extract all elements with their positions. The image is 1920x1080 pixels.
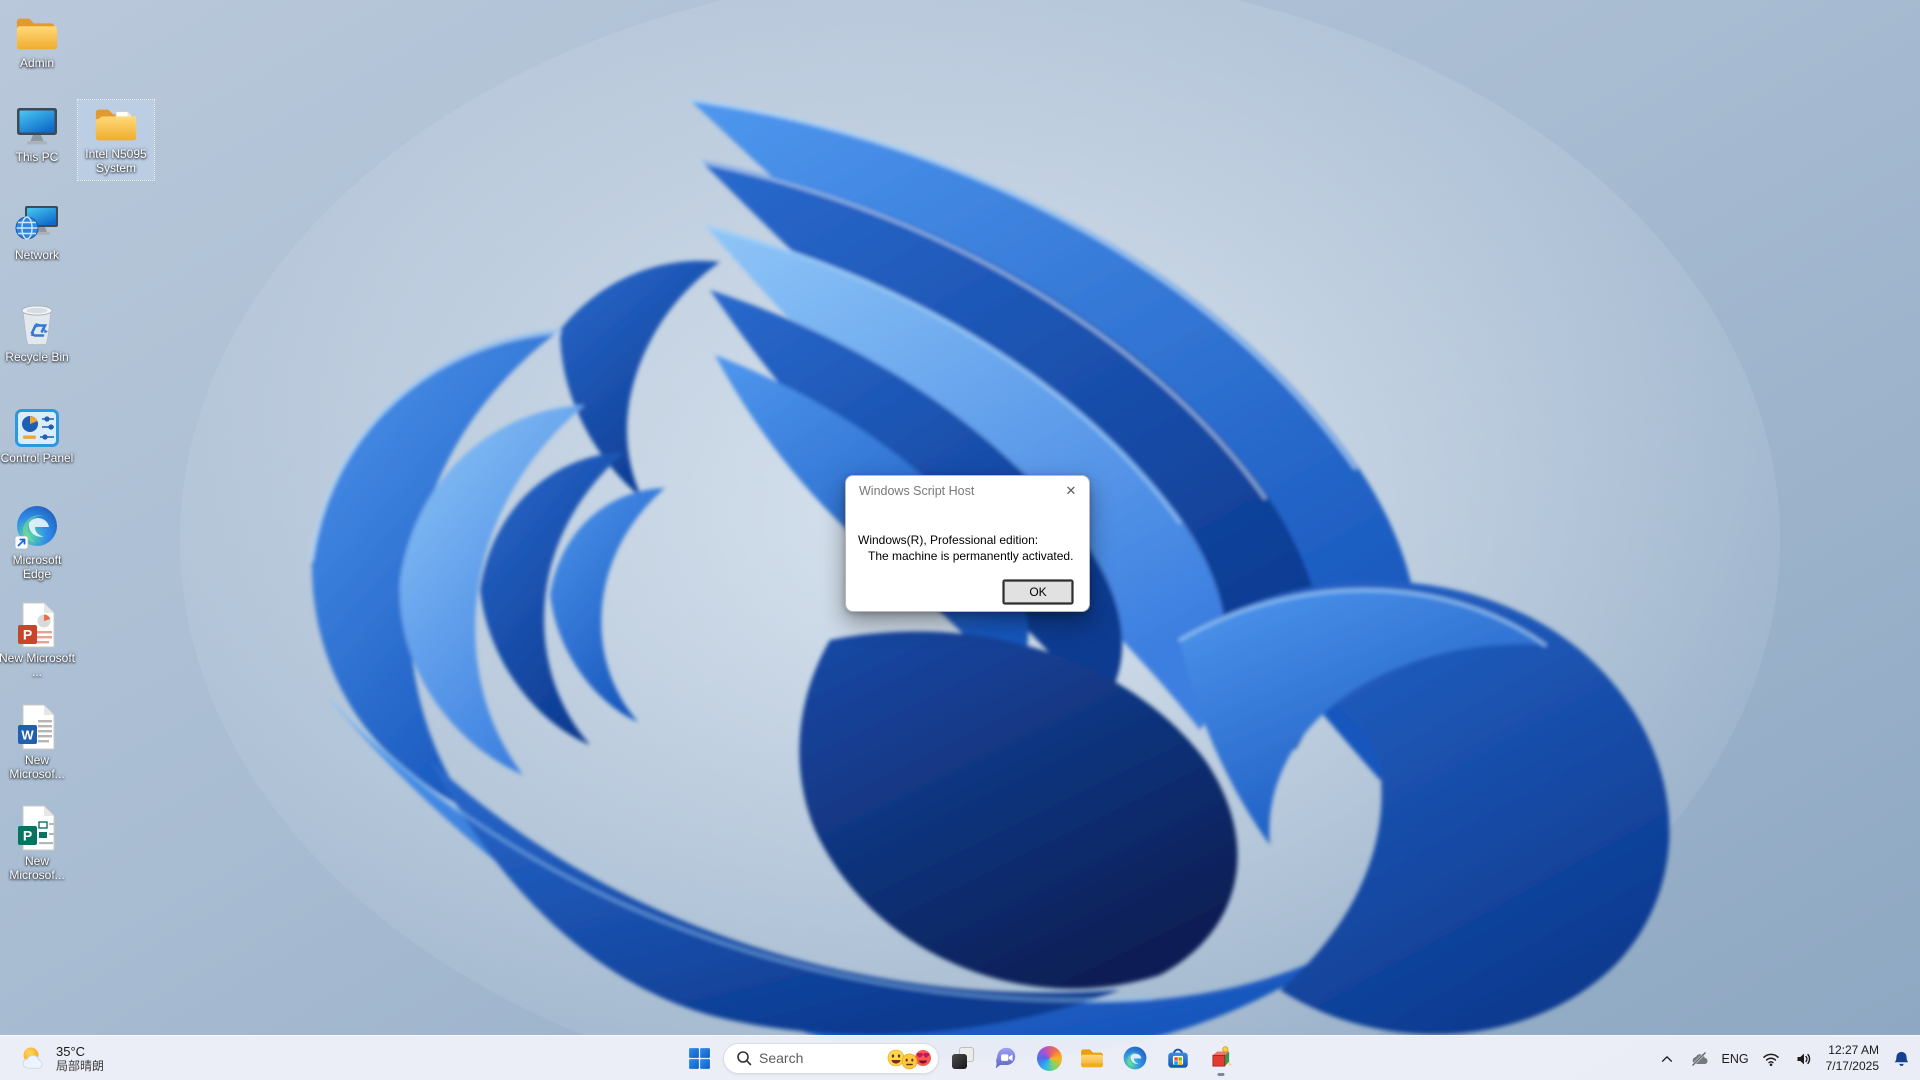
search-input[interactable] xyxy=(759,1050,884,1066)
icon-label: This PC xyxy=(15,150,59,164)
file-explorer-icon xyxy=(1081,1049,1103,1068)
edge-button[interactable] xyxy=(1116,1039,1154,1077)
onedrive-status[interactable] xyxy=(1689,1044,1711,1074)
wifi-indicator[interactable] xyxy=(1760,1044,1782,1074)
emoji-neutral-icon xyxy=(901,1053,918,1069)
desktop: Admin This PC Intel N5095 System Network… xyxy=(0,0,1920,1080)
file-explorer-button[interactable] xyxy=(1073,1039,1111,1077)
desktop-icon-admin[interactable]: Admin xyxy=(0,12,75,71)
language-indicator[interactable]: ENG xyxy=(1722,1052,1749,1066)
edge-icon xyxy=(14,506,57,550)
desktop-icon-new-publisher[interactable]: P New Microsof... xyxy=(0,804,75,883)
search-box[interactable] xyxy=(723,1042,939,1074)
dialog-title-bar[interactable]: Windows Script Host ✕ xyxy=(846,476,1089,499)
dialog-message-line1: Windows(R), Professional edition: xyxy=(858,533,1039,547)
onedrive-not-signed-in-icon xyxy=(1691,1051,1708,1066)
copilot-icon xyxy=(1036,1045,1062,1071)
svg-text:P: P xyxy=(23,627,32,643)
activation-tool-button[interactable] xyxy=(1202,1039,1240,1077)
microsoft-store-button[interactable] xyxy=(1159,1039,1197,1077)
control-panel-icon xyxy=(15,409,59,447)
icon-label: Admin xyxy=(19,56,54,70)
task-view-icon xyxy=(952,1047,974,1069)
dialog-message: Windows(R), Professional edition: The ma… xyxy=(846,499,1089,564)
svg-text:W: W xyxy=(21,728,34,743)
publisher-file-icon: P xyxy=(18,805,55,851)
dialog-message-line2: The machine is permanently activated. xyxy=(868,549,1074,564)
taskbar: 35°C 局部晴朗 Search ENG 12:27 AM 7/17/2025 xyxy=(0,1035,1920,1080)
icon-label: Network xyxy=(14,248,59,262)
word-file-icon: W xyxy=(18,704,55,750)
powerpoint-file-icon: P xyxy=(18,602,55,648)
activation-tool-cube-icon xyxy=(1212,1046,1232,1067)
taskbar-center xyxy=(680,1036,1240,1080)
start-button[interactable] xyxy=(680,1039,718,1077)
desktop-icon-network[interactable]: Network xyxy=(0,200,75,263)
icon-label: Control Panel xyxy=(0,451,74,465)
desktop-icon-new-powerpoint[interactable]: P New Microsoft ... xyxy=(0,601,75,680)
partly-sunny-icon xyxy=(22,1047,43,1069)
clock-date: 7/17/2025 xyxy=(1825,1058,1879,1073)
copilot-button[interactable] xyxy=(1030,1039,1068,1077)
dialog-title: Windows Script Host xyxy=(859,484,975,498)
desktop-icon-control-panel[interactable]: Control Panel xyxy=(0,407,75,466)
icon-label: Intel N5095 System xyxy=(85,147,147,175)
chat-button[interactable] xyxy=(987,1039,1025,1077)
speaker-icon xyxy=(1797,1053,1810,1064)
task-view-button[interactable] xyxy=(944,1039,982,1077)
weather-widget[interactable]: 35°C 局部晴朗 xyxy=(10,1036,112,1080)
system-tray: ENG 12:27 AM 7/17/2025 xyxy=(1656,1036,1912,1080)
windows-start-icon xyxy=(688,1047,710,1069)
windows-script-host-dialog: Windows Script Host ✕ Windows(R), Profes… xyxy=(845,475,1090,612)
search-highlights-emojis[interactable] xyxy=(887,1049,932,1069)
computer-icon xyxy=(17,108,57,145)
icon-label: New Microsof... xyxy=(9,753,65,781)
chat-icon xyxy=(995,1047,1016,1069)
desktop-icon-new-word[interactable]: W New Microsof... xyxy=(0,703,75,782)
icon-label: New Microsoft ... xyxy=(0,651,76,679)
microsoft-store-icon xyxy=(1168,1048,1188,1068)
desktop-icon-this-pc[interactable]: This PC xyxy=(0,104,75,165)
ok-button[interactable]: OK xyxy=(1004,581,1072,603)
icon-label: Microsoft Edge xyxy=(12,553,62,581)
running-indicator xyxy=(1217,1073,1225,1076)
desktop-icon-microsoft-edge[interactable]: Microsoft Edge xyxy=(0,503,75,582)
volume-indicator[interactable] xyxy=(1793,1044,1815,1074)
icon-label: New Microsof... xyxy=(9,854,65,882)
taskbar-clock[interactable]: 12:27 AM 7/17/2025 xyxy=(1826,1043,1879,1074)
notification-center-button[interactable] xyxy=(1890,1044,1912,1074)
notification-bell-icon xyxy=(1894,1051,1908,1066)
desktop-icon-recycle-bin[interactable]: Recycle Bin xyxy=(0,302,75,365)
search-icon xyxy=(737,1051,752,1066)
desktop-icon-intel-n5095-system[interactable]: Intel N5095 System xyxy=(77,99,155,181)
icon-label: Recycle Bin xyxy=(5,350,69,364)
svg-text:P: P xyxy=(23,828,32,844)
chevron-up-icon xyxy=(1661,1055,1672,1062)
hidden-icons-chevron[interactable] xyxy=(1656,1044,1678,1074)
folder-documents-icon xyxy=(95,109,137,141)
weather-temperature: 35°C xyxy=(56,1043,86,1059)
folder-icon xyxy=(16,18,58,50)
recycle-bin-icon xyxy=(21,305,53,346)
wifi-icon xyxy=(1762,1053,1779,1066)
close-icon[interactable]: ✕ xyxy=(1062,483,1080,499)
shortcut-arrow-badge xyxy=(14,535,29,550)
clock-time: 12:27 AM xyxy=(1828,1042,1879,1057)
weather-condition: 局部晴朗 xyxy=(56,1059,105,1074)
network-icon xyxy=(15,206,58,240)
edge-taskbar-icon xyxy=(1123,1046,1147,1070)
